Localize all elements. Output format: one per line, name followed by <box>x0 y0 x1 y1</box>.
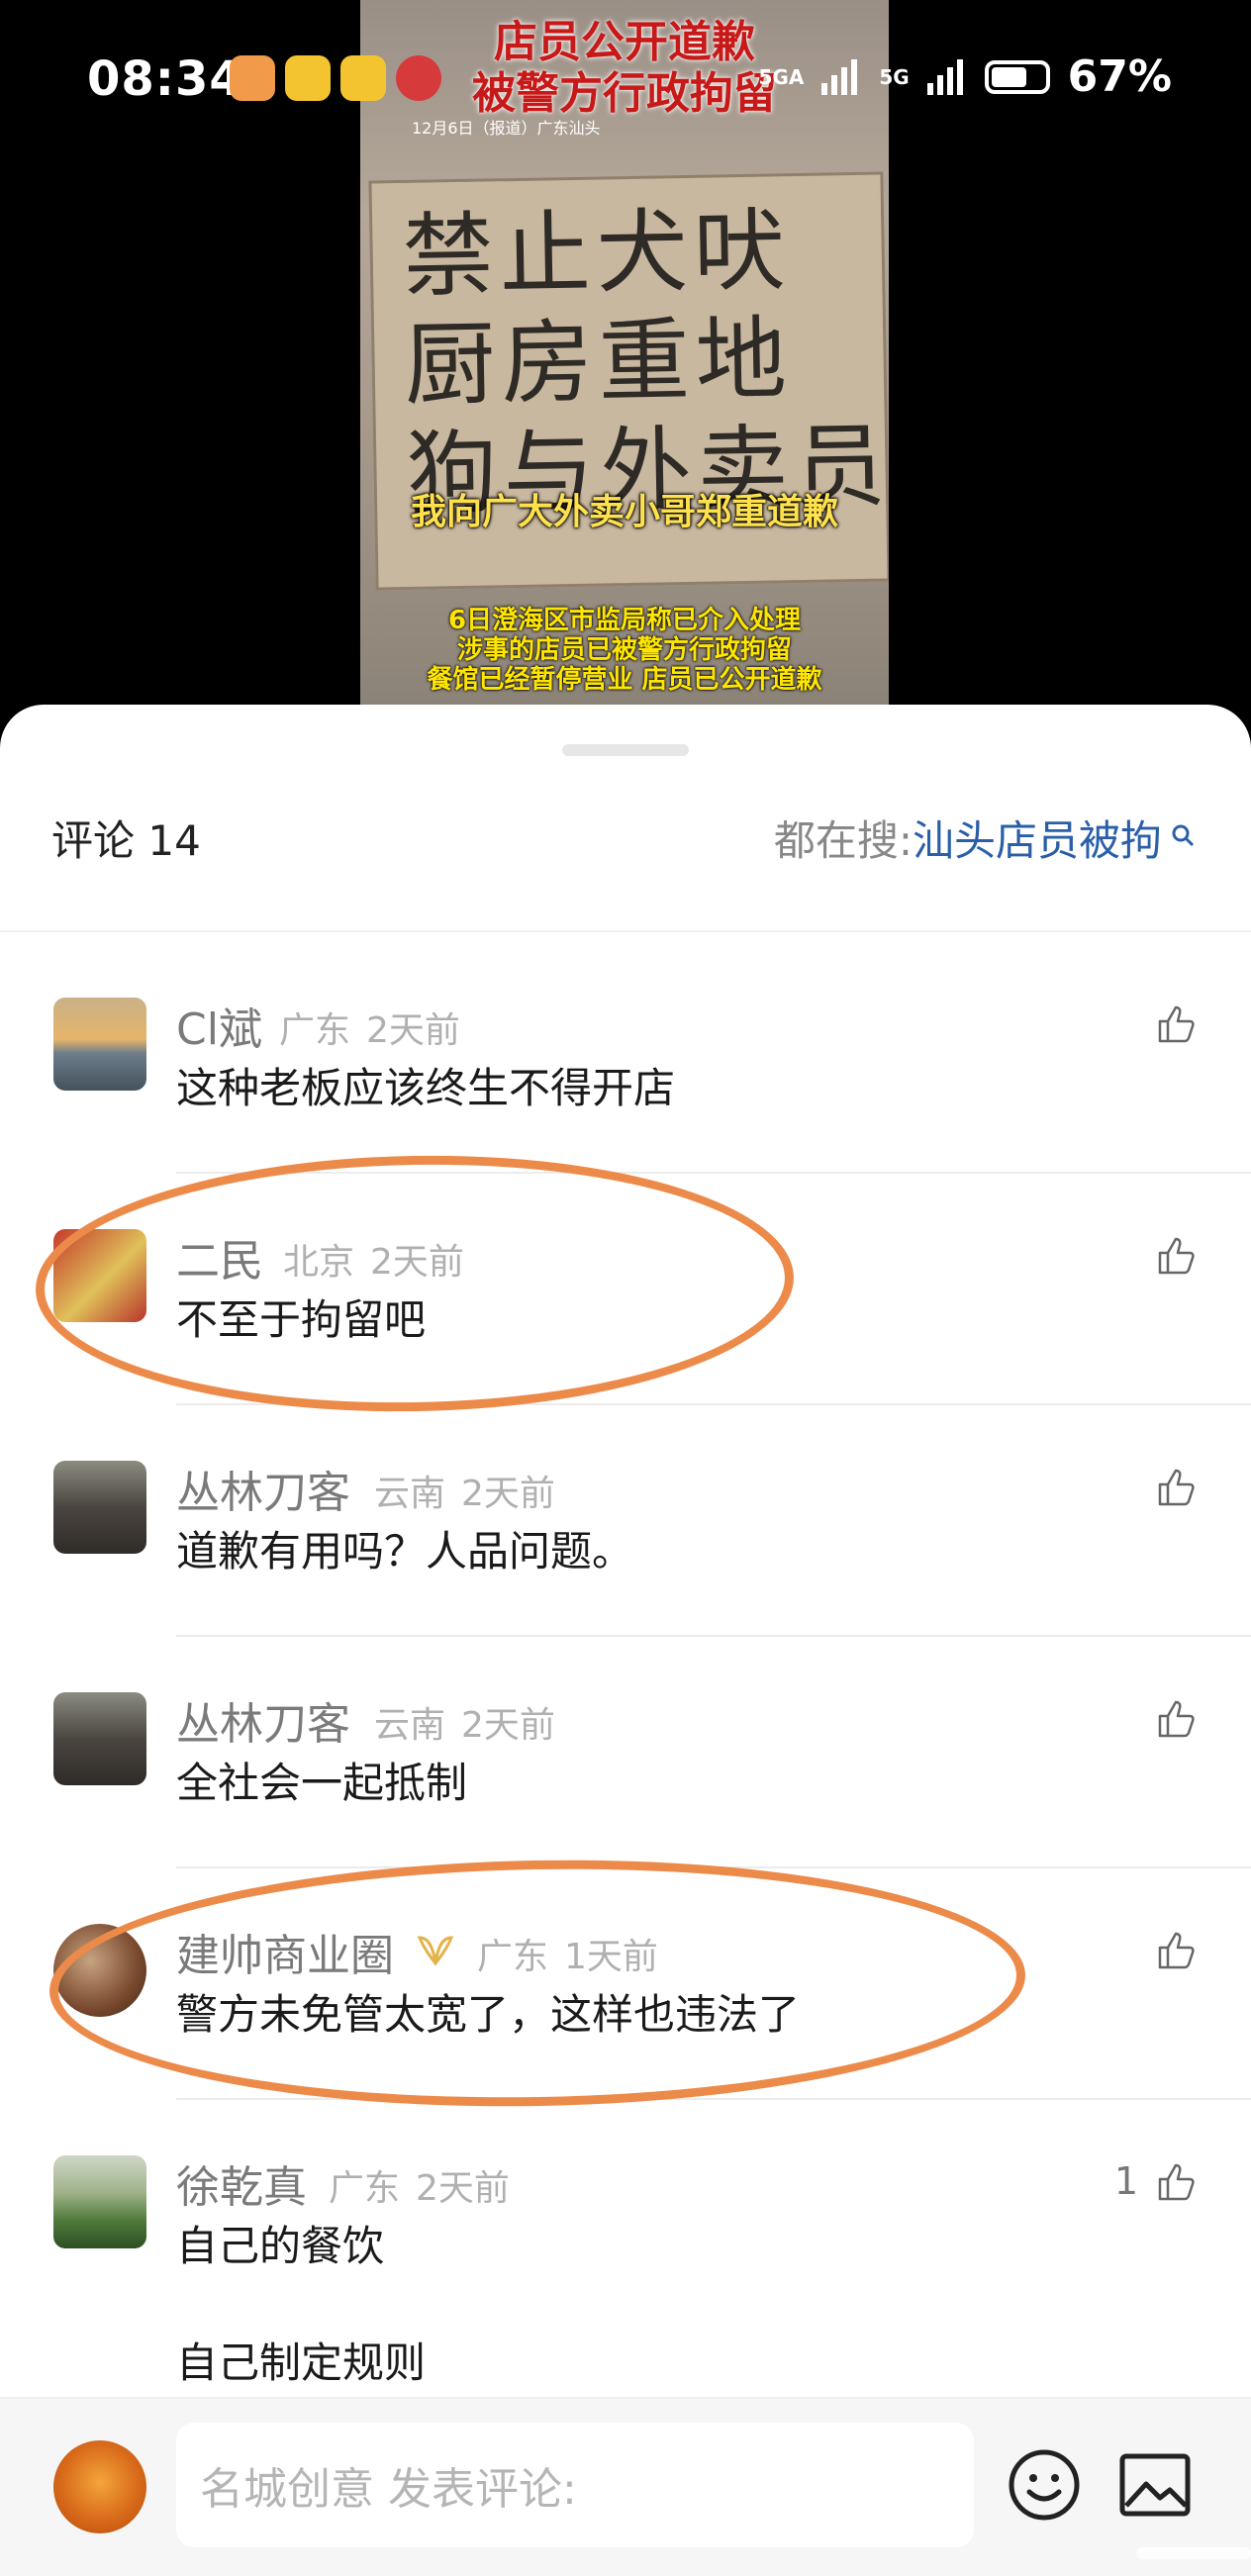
comment-location: 广东 <box>477 1937 549 1977</box>
divider <box>176 1172 1251 1174</box>
trending-term[interactable]: 汕头店员被拘 <box>913 808 1162 868</box>
avatar[interactable] <box>53 1692 146 1785</box>
comment-location: 云南 <box>374 1474 446 1514</box>
avatar[interactable] <box>53 1229 146 1322</box>
comment-author[interactable]: 二民 <box>176 1225 263 1288</box>
like-button[interactable] <box>1154 1465 1198 1508</box>
comment-text: 道歉有用吗？人品问题。 <box>176 1527 634 1575</box>
like-icon <box>1158 1237 1195 1275</box>
comment-input[interactable]: 名城创意 发表评论: <box>176 2423 974 2547</box>
comment-text: 警方未免管太宽了，这样也违法了 <box>176 1990 801 2039</box>
weibo-icon <box>285 55 331 101</box>
comment-item: Cl斌 广东 2天前 这种老板应该终生不得开店 <box>0 940 1251 1172</box>
comment-time: 2天前 <box>370 1242 464 1283</box>
vip-badge-icon <box>417 1936 454 1966</box>
comment-author[interactable]: Cl斌 <box>176 994 262 1057</box>
comment-item: 建帅商业圈 广东 1天前 警方未免管太宽了，这样也违法了 <box>0 1866 1251 2098</box>
video-caption: 我向广大外卖小哥郑重道歉 <box>410 492 838 532</box>
divider <box>0 930 1251 932</box>
like-icon <box>1158 1700 1195 1738</box>
video-subtitle: 6日澄海区市监局称已介入处理 涉事的店员已被警方行政拘留 餐馆已经暂停营业 店员… <box>360 606 889 695</box>
comment-item: 徐乾真 广东 2天前 自己的餐饮 自己制定规则 1 <box>0 2098 1251 2397</box>
comment-author[interactable]: 建帅商业圈 <box>176 1920 394 1983</box>
divider <box>176 1635 1251 1637</box>
signal-icon <box>926 58 963 95</box>
comment-location: 云南 <box>374 1705 446 1746</box>
avatar[interactable] <box>53 998 146 1091</box>
trending-search-link[interactable]: 都在搜: 汕头店员被拘 <box>774 808 1196 868</box>
battery-percent: 67% <box>1067 51 1172 102</box>
comment-text: 这种老板应该终生不得开店 <box>176 1064 676 1112</box>
sheet-header: 评论 14 都在搜: 汕头店员被拘 <box>0 808 1251 871</box>
like-icon <box>1158 2163 1195 2201</box>
video-subtitle-line: 餐馆已经暂停营业 店员已公开道歉 <box>427 665 822 695</box>
comment-bottom-bar: 名城创意 发表评论: <box>0 2397 1251 2576</box>
battery-icon <box>984 59 1050 94</box>
like-button[interactable] <box>1154 1233 1198 1277</box>
like-count: 1 <box>1113 2159 1138 2203</box>
comment-text: 不至于拘留吧 <box>176 1295 427 1344</box>
divider <box>176 2098 1251 2100</box>
comment-text: 自己制定规则 <box>176 2338 427 2387</box>
image-icon[interactable] <box>1116 2446 1194 2524</box>
comment-time: 2天前 <box>366 1010 460 1051</box>
comment-location: 北京 <box>283 1242 355 1283</box>
comment-time: 1天前 <box>564 1937 658 1977</box>
comment-sheet: 评论 14 都在搜: 汕头店员被拘 Cl斌 广东 2天前 这种老板应该终生不得开… <box>0 705 1251 2574</box>
comment-author[interactable]: 丛林刀客 <box>176 1688 350 1752</box>
avatar[interactable] <box>53 1461 146 1554</box>
comment-location: 广东 <box>329 2168 401 2209</box>
avatar[interactable] <box>53 2155 146 2248</box>
network-label: 5GA <box>758 64 805 89</box>
network-label: 5G <box>879 64 910 89</box>
comment-location: 广东 <box>279 1010 351 1051</box>
my-avatar[interactable] <box>53 2440 146 2533</box>
comment-author[interactable]: 丛林刀客 <box>176 1457 350 1520</box>
like-button[interactable]: 1 <box>1114 2159 1198 2203</box>
avatar[interactable] <box>53 1924 146 2017</box>
status-time: 08:34 <box>87 51 243 107</box>
sign-text: 禁止犬吠 厨房重地 狗与外卖员 <box>401 197 889 527</box>
like-icon <box>1158 1469 1195 1506</box>
signal-icon <box>821 58 858 95</box>
comment-item: 丛林刀客 云南 2天前 全社会一起抵制 <box>0 1635 1251 1866</box>
video-subtitle-line: 涉事的店员已被警方行政拘留 <box>456 635 792 665</box>
comment-input-placeholder: 名城创意 发表评论: <box>200 2464 577 2515</box>
video-subtitle-line: 6日澄海区市监局称已介入处理 <box>447 606 802 635</box>
comment-time: 2天前 <box>461 1705 555 1746</box>
emoji-icon[interactable] <box>1006 2446 1083 2524</box>
comment-item: 丛林刀客 云南 2天前 道歉有用吗？人品问题。 <box>0 1403 1251 1635</box>
comment-item: 二民 北京 2天前 不至于拘留吧 <box>0 1172 1251 1403</box>
weibo-icon <box>340 55 386 101</box>
like-button[interactable] <box>1154 1928 1198 1971</box>
comment-text: 自己的餐饮 <box>176 2222 385 2270</box>
home-indicator <box>1136 2547 1251 2559</box>
divider <box>176 1403 1251 1405</box>
trending-prefix: 都在搜: <box>773 816 913 865</box>
app-red-icon <box>396 55 441 101</box>
search-icon <box>1172 824 1195 846</box>
comment-author[interactable]: 徐乾真 <box>176 2151 307 2215</box>
like-icon <box>1158 1932 1195 1969</box>
notification-icons <box>230 55 441 101</box>
comment-count: 评论 14 <box>51 816 201 865</box>
comment-text: 全社会一起抵制 <box>176 1759 468 1807</box>
drag-handle[interactable] <box>562 744 689 756</box>
comment-time: 2天前 <box>416 2168 510 2209</box>
like-button[interactable] <box>1154 1696 1198 1740</box>
app-heart-icon <box>230 55 275 101</box>
divider <box>176 1866 1251 1868</box>
status-bar: 08:34 5GA 5G 67% <box>0 0 1251 148</box>
status-right: 5GA 5G 67% <box>759 51 1172 102</box>
like-button[interactable] <box>1154 1002 1198 1045</box>
like-icon <box>1158 1005 1195 1043</box>
comment-time: 2天前 <box>461 1474 555 1514</box>
